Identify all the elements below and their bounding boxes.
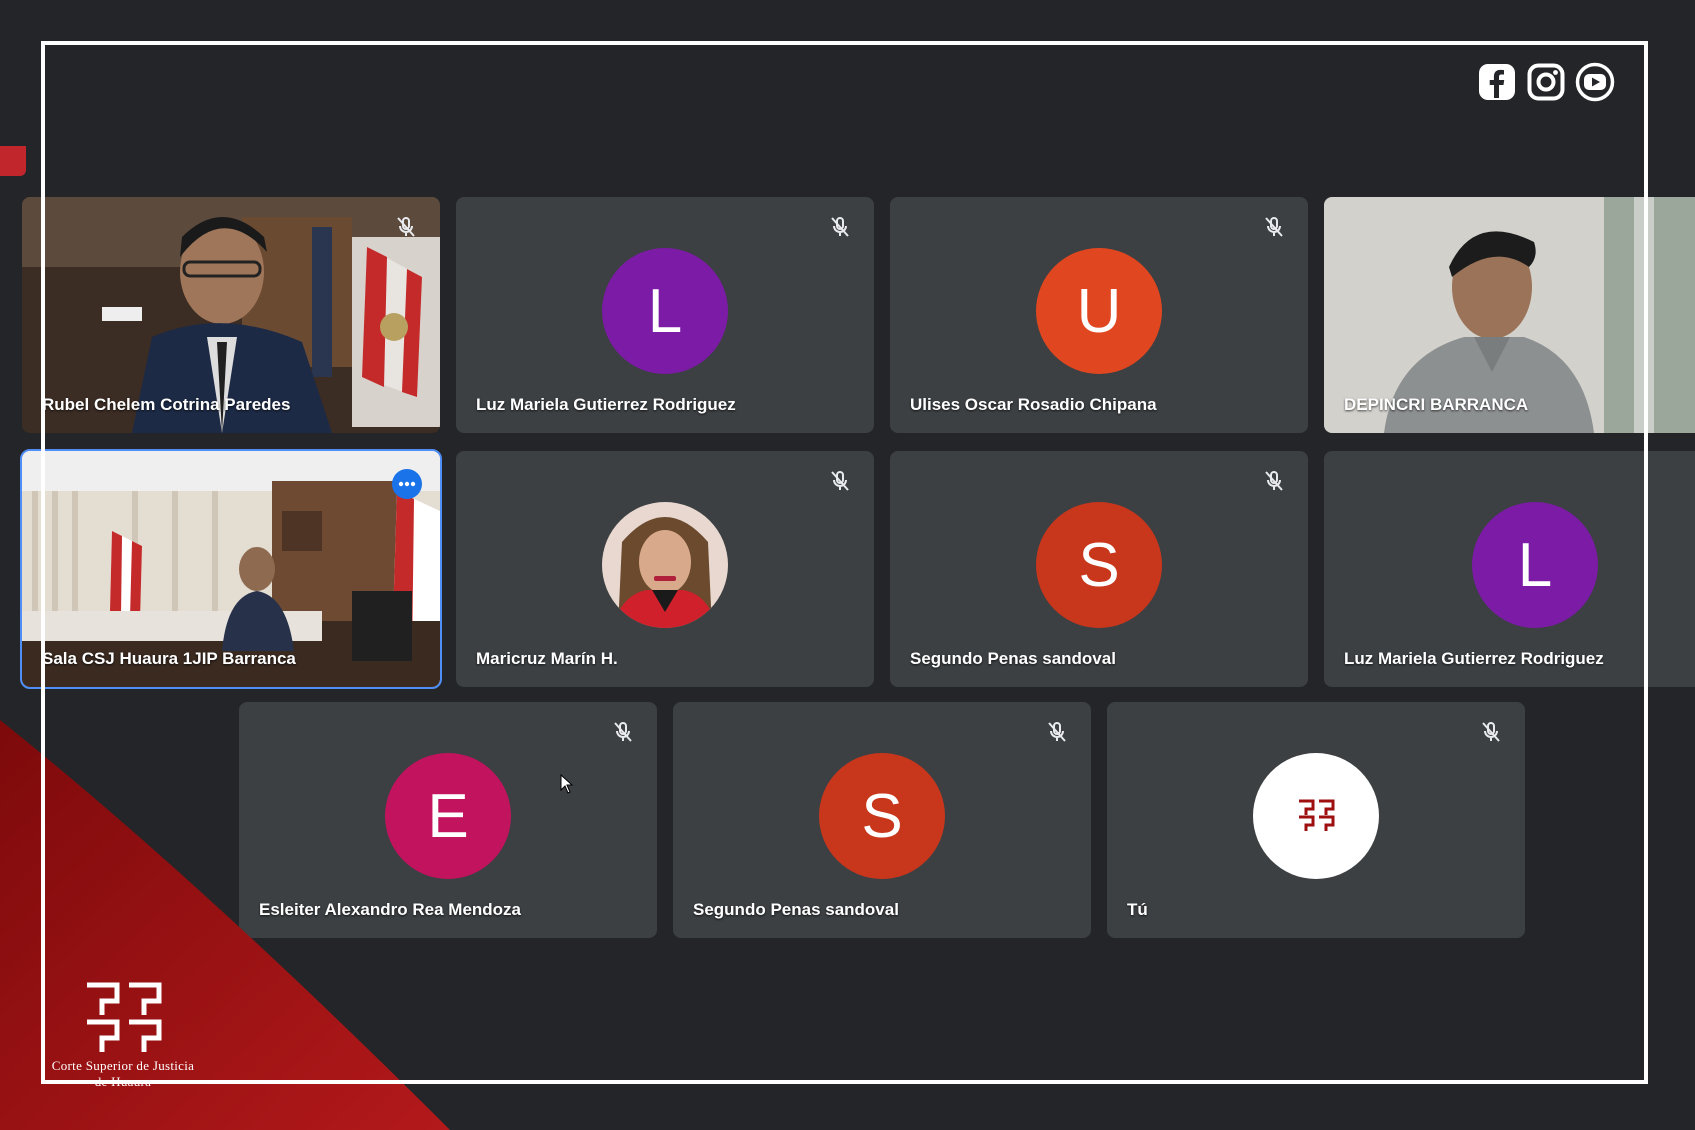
org-name-line2: de Huaura [94,1074,152,1089]
participant-avatar: L [602,248,728,374]
mic-off-icon [1265,470,1283,491]
mic-off-icon [831,216,849,237]
participant-tile[interactable]: Rubel Chelem Cotrina Paredes [22,197,440,433]
participant-tile-self[interactable]: Tú [1107,702,1525,938]
mic-off-icon [614,721,632,742]
more-options-button[interactable] [392,469,422,499]
participant-name: Rubel Chelem Cotrina Paredes [42,395,291,414]
mic-off-icon [1482,721,1500,742]
court-logo-icon [1299,799,1335,831]
mic-off-icon [397,216,415,237]
participant-avatar: U [1036,248,1162,374]
participant-tile[interactable]: Maricruz Marín H. [456,451,874,687]
mouse-cursor-icon [560,774,574,794]
participant-tile[interactable]: L Luz Mariela Gutierrez Rodriguez [1324,451,1695,687]
facebook-icon[interactable] [1477,62,1517,102]
participant-name: Sala CSJ Huaura 1JIP Barranca [42,649,296,668]
participant-name: Ulises Oscar Rosadio Chipana [910,395,1157,414]
participant-tile-active[interactable]: Sala CSJ Huaura 1JIP Barranca [20,449,442,689]
participant-tile[interactable]: DEPINCRI BARRANCA [1324,197,1695,433]
self-avatar-logo [1253,753,1379,879]
instagram-icon[interactable] [1526,62,1566,102]
participant-photo [602,502,728,628]
participant-avatar: L [1472,502,1598,628]
org-name-line1: Corte Superior de Justicia [51,1058,195,1073]
participant-name: Luz Mariela Gutierrez Rodriguez [476,395,736,414]
participant-tile[interactable]: S Segundo Penas sandoval [890,451,1308,687]
participant-name: Segundo Penas sandoval [693,900,899,919]
participant-name: Segundo Penas sandoval [910,649,1116,668]
recording-indicator [0,146,26,176]
mic-off-icon [1048,721,1066,742]
court-logo-icon [87,982,162,1052]
participant-avatar: S [819,753,945,879]
mic-off-icon [831,470,849,491]
participant-avatar: S [1036,502,1162,628]
participant-name: Maricruz Marín H. [476,649,618,668]
social-icons [1477,62,1615,102]
participant-name: Tú [1127,900,1148,919]
participant-name: Luz Mariela Gutierrez Rodriguez [1344,649,1604,668]
youtube-icon[interactable] [1575,62,1615,102]
org-name: Corte Superior de Justicia de Huaura [0,1058,246,1090]
participant-tile[interactable]: S Segundo Penas sandoval [673,702,1091,938]
participant-tile[interactable]: U Ulises Oscar Rosadio Chipana [890,197,1308,433]
participant-name: DEPINCRI BARRANCA [1344,395,1529,414]
more-options-icon [398,481,416,487]
participant-tile[interactable]: L Luz Mariela Gutierrez Rodriguez [456,197,874,433]
mic-off-icon [1265,216,1283,237]
